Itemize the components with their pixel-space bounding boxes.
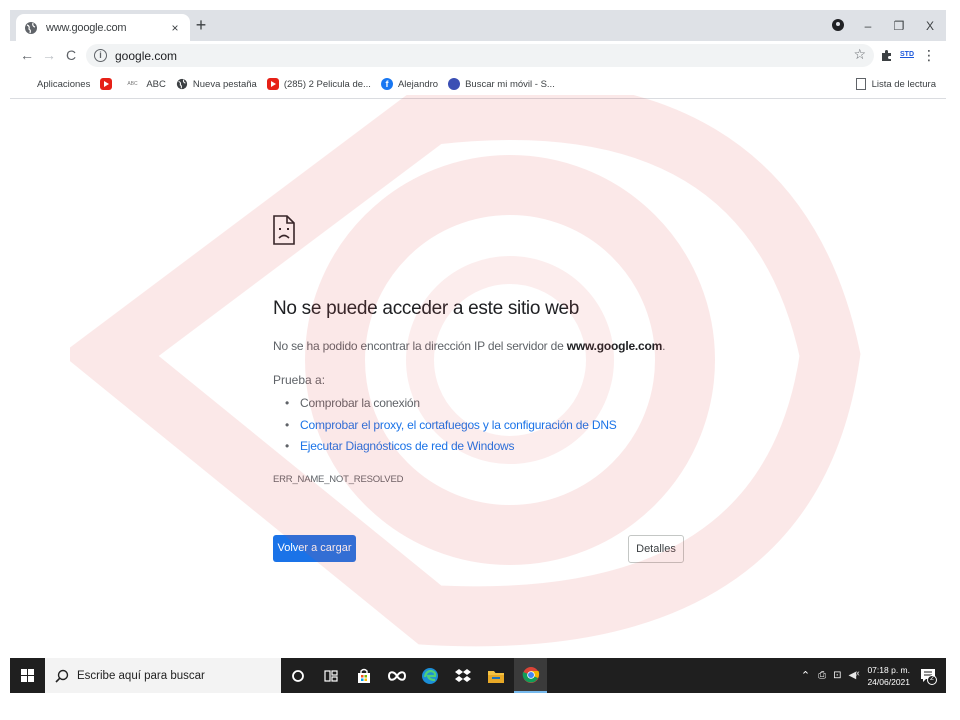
task-view-icon[interactable] xyxy=(314,658,347,693)
search-icon xyxy=(55,669,69,683)
error-page: No se puede acceder a este sitio web No … xyxy=(10,100,946,658)
site-info-icon[interactable]: i xyxy=(94,49,107,62)
find-my-mobile-icon xyxy=(448,78,461,90)
bookmark-facebook[interactable]: f Alejandro xyxy=(380,78,439,90)
try-label: Prueba a: xyxy=(273,373,326,387)
profile-indicator-icon[interactable] xyxy=(832,19,844,31)
bookmark-new-tab[interactable]: Nueva pestaña xyxy=(176,78,257,90)
error-host: www.google.com xyxy=(566,339,663,353)
youtube-icon xyxy=(100,78,113,90)
notification-count: 2 xyxy=(930,674,934,682)
address-bar[interactable]: i google.com ☆ xyxy=(86,44,874,67)
std-extension-icon[interactable]: STD xyxy=(898,45,916,65)
error-code: ERR_NAME_NOT_RESOLVED xyxy=(273,474,404,485)
extensions-puzzle-icon[interactable] xyxy=(878,45,894,65)
suggestion-run-diagnostics-link[interactable]: Ejecutar Diagnósticos de red de Windows xyxy=(285,436,617,458)
tab-close-icon[interactable]: × xyxy=(168,21,182,35)
new-tab-button[interactable]: + xyxy=(190,16,212,36)
minimize-button[interactable]: – xyxy=(855,16,881,36)
notification-center-icon[interactable]: 2 xyxy=(918,666,938,686)
screen: www.google.com × + – ❐ X ← → C i google.… xyxy=(0,0,960,720)
menu-kebab-icon[interactable]: ⋮ xyxy=(922,45,936,65)
bookmark-apps[interactable]: Aplicaciones xyxy=(20,78,90,90)
error-description-text: No se ha podido encontrar la dirección I… xyxy=(273,339,567,353)
taskbar-search[interactable]: Escribe aquí para buscar xyxy=(45,658,281,693)
bookmark-label: Alejandro xyxy=(397,78,439,90)
browser-window: www.google.com × + – ❐ X ← → C i google.… xyxy=(10,10,946,658)
suggestions-list: Comprobar la conexión Comprobar el proxy… xyxy=(285,393,617,458)
reading-list-label: Lista de lectura xyxy=(871,78,936,90)
taskbar-search-placeholder: Escribe aquí para buscar xyxy=(77,669,205,682)
system-tray: ⌃ ⎙ ⊡ ◀ˣ 07:18 p. m. 24/06/2021 2 xyxy=(801,658,946,693)
dropbox-icon[interactable] xyxy=(446,658,479,693)
sad-page-icon xyxy=(273,215,295,245)
clock-time: 07:18 p. m. xyxy=(867,664,910,675)
tab-title: www.google.com xyxy=(46,21,127,34)
address-url: google.com xyxy=(115,48,178,63)
bookmark-star-icon[interactable]: ☆ xyxy=(853,46,866,63)
bookmark-youtube-movie[interactable]: (285) 2 Pelicula de... xyxy=(266,78,371,90)
reading-list-button[interactable]: Lista de lectura xyxy=(855,78,936,90)
youtube-icon xyxy=(266,78,279,90)
bookmarks-bar: Aplicaciones ABC ABC Nueva pestaña (285)… xyxy=(10,70,946,99)
start-button[interactable] xyxy=(10,658,45,693)
suggestion-check-proxy-link[interactable]: Comprobar el proxy, el cortafuegos y la … xyxy=(285,415,617,437)
apps-grid-icon xyxy=(20,78,32,90)
reload-button[interactable]: Volver a cargar xyxy=(273,535,356,562)
suggestion-check-connection: Comprobar la conexión xyxy=(285,393,617,415)
browser-toolbar: ← → C i google.com ☆ STD ⋮ xyxy=(10,41,946,70)
bookmark-label: Aplicaciones xyxy=(37,78,91,90)
close-window-button[interactable]: X xyxy=(917,16,943,36)
clock-date: 24/06/2021 xyxy=(867,676,910,687)
globe-icon xyxy=(176,78,188,90)
reading-list-icon xyxy=(855,78,866,90)
bookmark-find-my-mobile[interactable]: Buscar mi móvil - S... xyxy=(448,78,555,90)
windows-taskbar: Escribe aquí para buscar ⌃ ⎙ ⊡ ◀ˣ 07:18 … xyxy=(10,658,946,693)
restore-button[interactable]: ❐ xyxy=(886,16,912,36)
infinity-app-icon[interactable] xyxy=(380,658,413,693)
cortana-icon[interactable] xyxy=(281,658,314,693)
title-bar: www.google.com × + – ❐ X xyxy=(10,10,946,41)
chrome-taskbar-icon[interactable] xyxy=(514,658,547,693)
network-icon[interactable]: ⊡ xyxy=(833,670,841,681)
error-description-end: . xyxy=(662,339,666,353)
details-button[interactable]: Detalles xyxy=(628,535,684,563)
show-hidden-icons-chevron-icon[interactable]: ⌃ xyxy=(801,669,810,682)
bookmark-label: (285) 2 Pelicula de... xyxy=(283,78,371,90)
forward-button[interactable]: → xyxy=(38,44,60,66)
bookmark-abc[interactable]: ABC ABC xyxy=(127,78,166,90)
bookmark-label: Nueva pestaña xyxy=(192,78,257,90)
device-icon[interactable]: ⎙ xyxy=(818,670,826,681)
globe-icon xyxy=(25,21,37,34)
bookmark-label: Buscar mi móvil - S... xyxy=(465,78,555,90)
error-description: No se ha podido encontrar la dirección I… xyxy=(273,339,665,353)
facebook-icon: f xyxy=(380,78,393,90)
browser-tab[interactable]: www.google.com × xyxy=(16,14,190,41)
file-explorer-icon[interactable] xyxy=(479,658,512,693)
volume-muted-icon[interactable]: ◀ˣ xyxy=(848,670,859,681)
error-title: No se puede acceder a este sitio web xyxy=(273,298,580,319)
back-button[interactable]: ← xyxy=(16,44,38,66)
clock[interactable]: 07:18 p. m. 24/06/2021 xyxy=(867,664,910,688)
bookmark-youtube[interactable] xyxy=(100,78,117,90)
reload-icon[interactable]: C xyxy=(60,44,82,66)
abc-icon: ABC xyxy=(127,81,138,87)
edge-icon[interactable] xyxy=(413,658,446,693)
store-icon[interactable] xyxy=(347,658,380,693)
bookmark-label: ABC xyxy=(146,78,166,90)
windows-logo-icon xyxy=(21,669,34,682)
